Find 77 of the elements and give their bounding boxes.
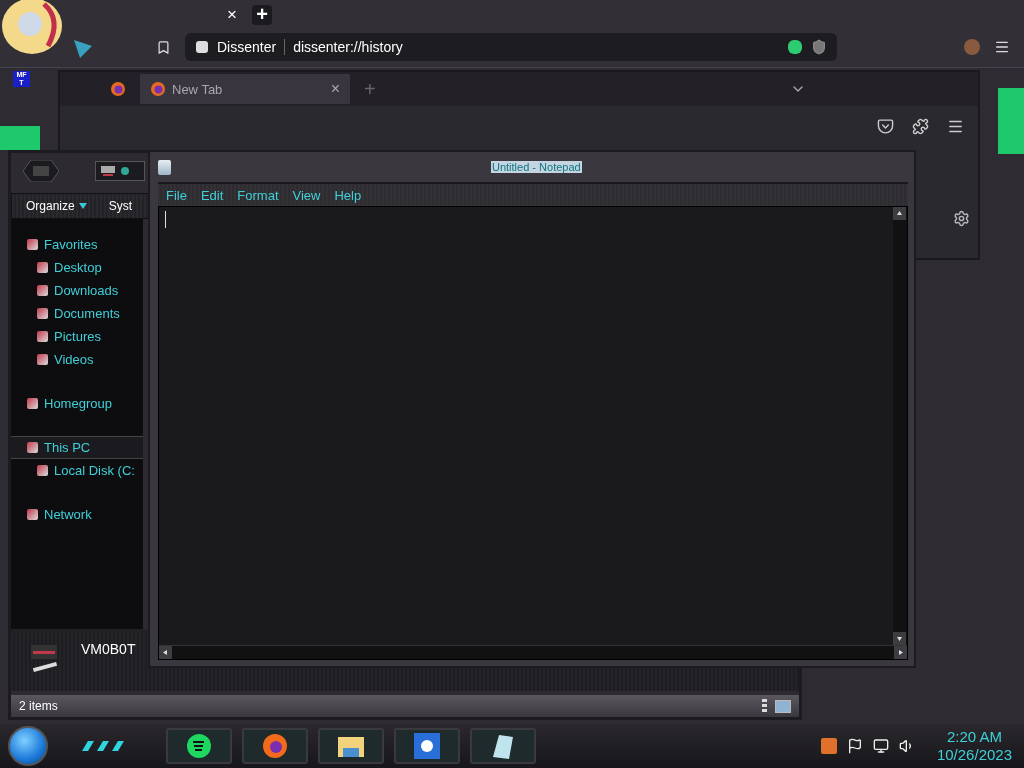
taskbar-button[interactable] [470, 728, 536, 764]
firefox-icon[interactable] [110, 81, 126, 97]
nav-item[interactable]: Videos [11, 348, 143, 371]
nav-label: Pictures [54, 329, 101, 344]
nav-item[interactable]: Pictures [11, 325, 143, 348]
computer-name: VM0B0T [81, 641, 136, 657]
status-dot-icon [120, 166, 130, 176]
tab-label: New Tab [172, 81, 224, 97]
view-control[interactable] [95, 161, 145, 181]
nav-item[interactable]: Downloads [11, 279, 143, 302]
scroll-left-icon[interactable] [159, 646, 172, 659]
nav-item[interactable]: This PC [11, 436, 143, 459]
nav-item[interactable]: Documents [11, 302, 143, 325]
toolbar-button[interactable]: Organize [26, 199, 87, 213]
scroll-right-icon[interactable] [894, 646, 907, 659]
tab-close-button[interactable]: × [222, 5, 242, 25]
menu-item[interactable]: Format [237, 187, 279, 203]
nav-label: Homegroup [44, 396, 112, 411]
nav-item[interactable]: Favorites [11, 233, 143, 256]
site-name: Dissenter [217, 39, 277, 55]
shield-icon[interactable] [811, 39, 827, 55]
firefox-icon [262, 733, 288, 759]
window-title: Untitled - Notepad [491, 161, 582, 173]
taskbar-button[interactable] [166, 728, 232, 764]
lights-drawing [82, 741, 126, 751]
tab-close-button[interactable]: × [330, 80, 340, 98]
new-tab-button[interactable]: + [252, 5, 272, 25]
nav-label: Documents [54, 306, 120, 321]
pocket-icon[interactable] [877, 117, 894, 135]
computer-icon [100, 165, 116, 177]
bookmark-icon[interactable] [156, 39, 171, 55]
scroll-down-icon[interactable] [893, 632, 906, 645]
url-text: dissenter://history [293, 39, 404, 55]
notepad-icon [158, 159, 171, 175]
nav-item[interactable]: Network [11, 503, 143, 526]
toolbar-button[interactable]: Syst [108, 199, 133, 213]
settings-icon[interactable] [953, 210, 970, 227]
caret-icon [78, 203, 87, 209]
status-text: 2 items [19, 699, 59, 713]
menu-item[interactable]: View [292, 187, 321, 203]
music-app-icon [187, 734, 211, 758]
horizontal-scrollbar[interactable] [159, 645, 907, 659]
large-icons-view-icon[interactable] [775, 699, 791, 713]
nav-label: This PC [44, 440, 91, 455]
flag-icon[interactable] [846, 738, 863, 754]
nav-label: Network [44, 507, 92, 522]
browser-tab[interactable]: New Tab × [140, 74, 350, 104]
clock[interactable]: 2:20 AM 10/26/2023 [936, 728, 1012, 764]
menu-item[interactable]: File [166, 187, 187, 203]
clock-date: 10/26/2023 [936, 746, 1012, 764]
window-edge [998, 88, 1024, 154]
nav-item[interactable]: Local Disk (C: [11, 459, 143, 482]
nav-label: Downloads [54, 283, 119, 298]
firefox-icon[interactable] [150, 81, 166, 97]
extension-icon[interactable] [912, 117, 929, 135]
scroll-up-icon[interactable] [893, 207, 906, 220]
nav-label: Favorites [44, 237, 98, 252]
nav-label: Local Disk (C: [54, 463, 135, 478]
start-button[interactable] [8, 726, 48, 766]
logo-icon [23, 160, 59, 182]
sun-icon [414, 733, 440, 759]
nav-label: Videos [54, 352, 94, 367]
taskbar-button[interactable] [318, 728, 384, 764]
menu-item[interactable]: Edit [200, 187, 224, 203]
clock-time: 2:20 AM [946, 728, 1002, 746]
page-icon [195, 40, 209, 54]
menu-icon[interactable] [994, 39, 1010, 55]
taskbar-button[interactable] [394, 728, 460, 764]
menu-item[interactable]: Help [334, 187, 362, 203]
vertical-scrollbar[interactable] [893, 207, 907, 645]
window-edge [0, 126, 40, 150]
address-bar[interactable]: Dissenter dissenter://history [185, 33, 837, 61]
nav-item[interactable]: Homegroup [11, 392, 143, 415]
nav-item[interactable]: Desktop [11, 256, 143, 279]
nav-label: Desktop [54, 260, 102, 275]
details-view-icon[interactable] [762, 699, 767, 713]
notepad-icon [491, 733, 515, 759]
